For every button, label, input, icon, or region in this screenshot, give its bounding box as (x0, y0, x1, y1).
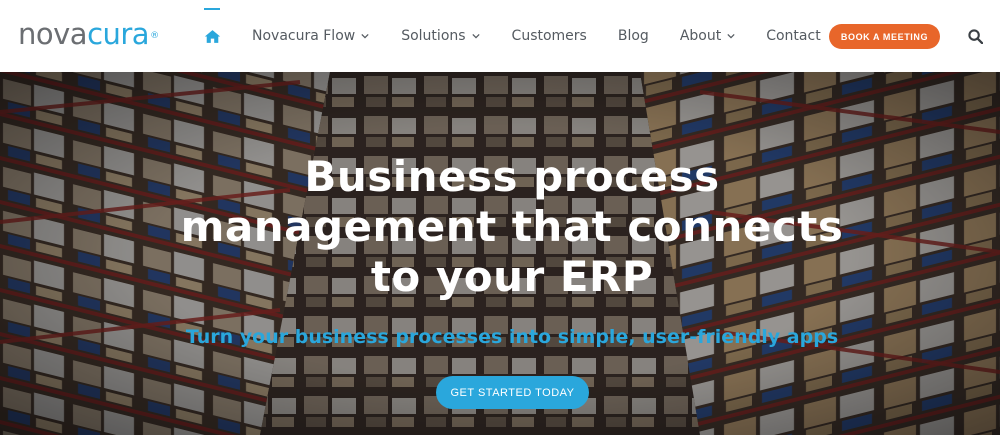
nav-label: Customers (511, 28, 587, 44)
search-icon[interactable] (968, 29, 983, 44)
main-nav: Novacura Flow Solutions Customers Blog A… (196, 0, 821, 72)
logo-text-nova: nova (18, 16, 88, 51)
nav-blog[interactable]: Blog (618, 0, 649, 72)
nav-label: Blog (617, 28, 649, 44)
hero-section: Business process management that connect… (0, 72, 1000, 435)
nav-customers[interactable]: Customers (512, 0, 587, 72)
nav-home[interactable] (196, 0, 228, 72)
chevron-down-icon (471, 33, 480, 39)
nav-about[interactable]: About (680, 0, 735, 72)
book-meeting-button[interactable]: BOOK A MEETING (829, 24, 940, 49)
hero-title: Business process management that connect… (180, 152, 844, 301)
nav-solutions[interactable]: Solutions (401, 0, 480, 72)
hero-subtitle: Turn your business processes into simple… (185, 326, 839, 348)
site-header: nova cura ® Novacura Flow Solutions Custom… (0, 0, 1000, 72)
active-indicator (204, 8, 220, 10)
nav-novacura-flow[interactable]: Novacura Flow (252, 0, 369, 72)
logo-registered-mark: ® (150, 30, 159, 41)
nav-label: Solutions (401, 28, 466, 44)
chevron-down-icon (361, 33, 369, 39)
get-started-button[interactable]: GET STARTED TODAY (436, 376, 589, 409)
novacura-logo[interactable]: nova cura ® (18, 14, 159, 54)
nav-label: About (679, 28, 722, 44)
nav-label: Novacura Flow (252, 28, 356, 44)
logo-text-cura: cura (87, 16, 150, 51)
home-icon (204, 29, 220, 43)
chevron-down-icon (727, 33, 735, 39)
nav-contact[interactable]: Contact (766, 0, 820, 72)
nav-label: Contact (766, 28, 821, 44)
